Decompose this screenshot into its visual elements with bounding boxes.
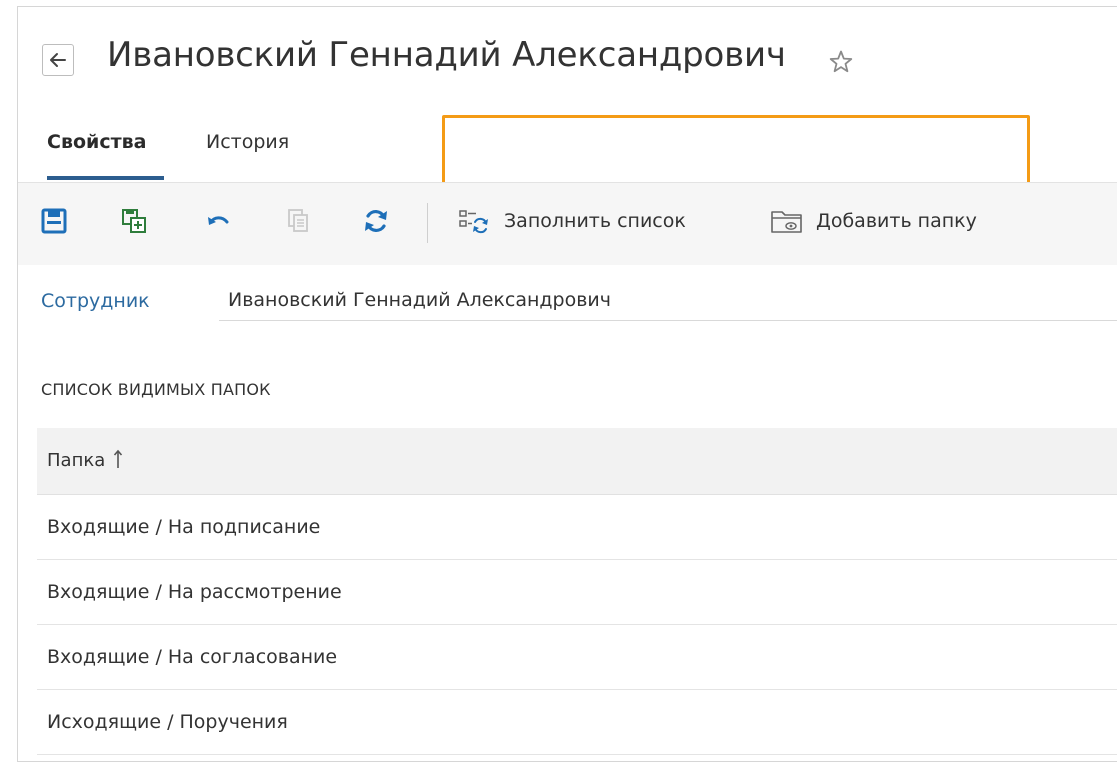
active-tab-indicator (47, 176, 164, 180)
employee-field[interactable]: Ивановский Геннадий Александрович (219, 277, 1117, 321)
table-row[interactable]: Входящие / На согласование (37, 625, 1117, 690)
save-icon (41, 208, 67, 234)
sort-ascending-icon (114, 449, 123, 468)
employee-value: Ивановский Геннадий Александрович (228, 289, 612, 311)
undo-icon (208, 216, 229, 225)
table-row[interactable]: Исходящие / Поручения (37, 690, 1117, 755)
fill-list-icon (459, 210, 488, 234)
column-header-folder[interactable]: Папка (47, 449, 123, 471)
folder-name: Входящие / На согласование (47, 646, 338, 668)
title-row: Ивановский Геннадий Александрович (18, 7, 1117, 110)
back-button[interactable] (42, 44, 74, 76)
copy-button[interactable] (282, 205, 314, 237)
refresh-button[interactable] (360, 205, 392, 237)
card-window: Ивановский Геннадий Александрович Свойст… (17, 6, 1117, 762)
toolbar-separator (427, 203, 428, 243)
fill-list-label: Заполнить список (504, 210, 686, 232)
folders-table: Папка Входящие / На подписание Входящие … (37, 428, 1117, 755)
save-and-new-button[interactable] (118, 205, 150, 237)
table-row[interactable]: Входящие / На рассмотрение (37, 560, 1117, 625)
table-header: Папка (37, 428, 1117, 495)
folder-name: Входящие / На подписание (47, 516, 321, 538)
star-icon[interactable] (828, 49, 854, 75)
undo-button[interactable] (202, 205, 234, 237)
tab-properties[interactable]: Свойства (47, 131, 146, 153)
page-title: Ивановский Геннадий Александрович (107, 35, 786, 75)
save-button[interactable] (38, 205, 70, 237)
add-folder-label: Добавить папку (816, 210, 977, 232)
fill-list-button[interactable]: Заполнить список (458, 203, 686, 239)
section-title: СПИСОК ВИДИМЫХ ПАПОК (41, 380, 271, 399)
save-and-new-icon (122, 209, 146, 233)
add-folder-button[interactable]: Добавить папку (770, 203, 977, 239)
tab-history[interactable]: История (206, 131, 289, 153)
employee-label: Сотрудник (41, 290, 150, 312)
column-header-label: Папка (47, 450, 106, 471)
table-row[interactable]: Входящие / На подписание (37, 495, 1117, 560)
highlight-frame (442, 115, 1030, 191)
back-arrow-icon (50, 53, 66, 67)
refresh-icon (365, 210, 387, 232)
add-folder-icon (771, 211, 802, 233)
toolbar: Заполнить список Добавить папку (18, 182, 1117, 265)
copy-icon (288, 209, 308, 232)
folder-name: Входящие / На рассмотрение (47, 581, 342, 603)
folder-name: Исходящие / Поручения (47, 711, 288, 733)
